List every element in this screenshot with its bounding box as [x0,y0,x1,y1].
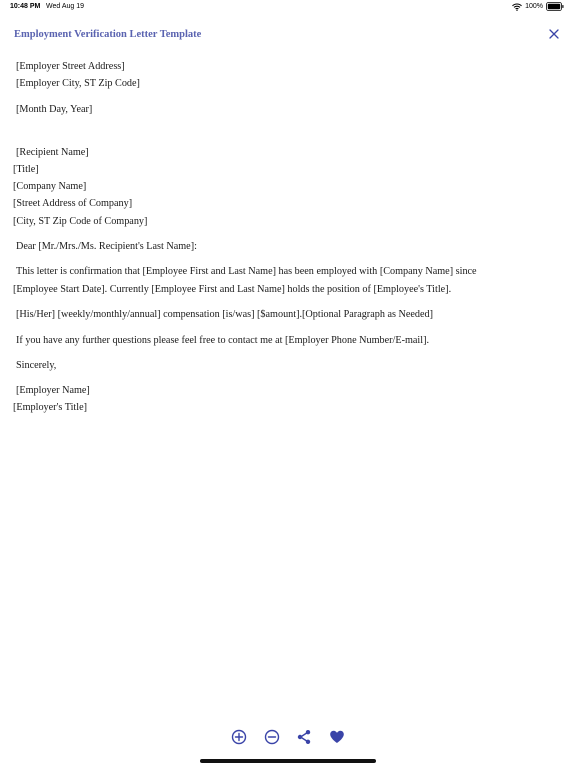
close-icon [549,26,559,44]
paragraph-1-line-1: This letter is confirmation that [Employ… [16,266,477,277]
employer-name: [Employer Name] [16,385,90,396]
company-street: [Street Address of Company] [13,198,133,209]
recipient-title: [Title] [13,164,39,175]
zoom-in-button[interactable] [230,729,248,750]
salutation: Dear [Mr./Mrs./Ms. Recipient's Last Name… [16,241,197,252]
status-time: 10:48 PM [10,3,41,10]
favorite-button[interactable] [328,730,346,748]
letter-date: [Month Day, Year] [16,104,93,115]
employer-city: [Employer City, ST Zip Code] [16,78,140,89]
battery-icon [546,2,564,11]
recipient-name: [Recipient Name] [16,147,89,158]
status-indicators: 100% [512,2,564,11]
header: Employment Verification Letter Template [0,22,576,50]
wifi-icon [512,3,522,11]
share-icon [296,729,312,750]
close-button[interactable] [546,27,562,43]
closing: Sincerely, [16,360,57,371]
share-button[interactable] [295,729,313,750]
company-name: [Company Name] [13,181,87,192]
paragraph-1-line-2: [Employee Start Date]. Currently [Employ… [13,284,452,295]
paragraph-3: If you have any further questions please… [16,335,430,346]
paragraph-2: [His/Her] [weekly/monthly/annual] compen… [16,309,433,320]
page-title: Employment Verification Letter Template [14,29,202,40]
zoom-out-button[interactable] [263,729,281,750]
battery-percent: 100% [525,3,543,10]
zoom-in-icon [231,729,247,750]
status-date: Wed Aug 19 [46,3,85,10]
zoom-out-icon [264,729,280,750]
company-city: [City, ST Zip Code of Company] [13,216,148,227]
heart-icon [329,729,345,750]
status-bar: 10:48 PM Wed Aug 19 100% [0,0,576,16]
employer-title: [Employer's Title] [13,402,87,413]
home-indicator [200,759,376,763]
bottom-toolbar [0,729,576,750]
employer-street: [Employer Street Address] [16,61,125,72]
